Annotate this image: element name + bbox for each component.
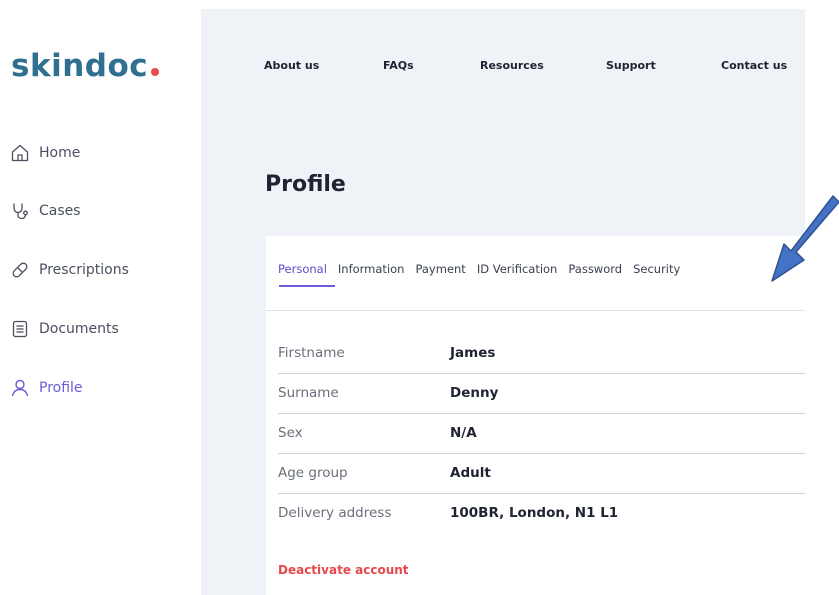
topnav-link-about[interactable]: About us	[264, 59, 319, 72]
field-value: N/A	[450, 425, 477, 441]
tab-information[interactable]: Information	[338, 262, 405, 276]
sidebar-item-label: Profile	[39, 380, 83, 396]
topnav-link-faqs[interactable]: FAQs	[383, 59, 414, 72]
field-label: Firstname	[278, 345, 345, 361]
main-panel: About us FAQs Resources Support Contact …	[201, 9, 805, 595]
field-value: Denny	[450, 385, 499, 401]
field-value: James	[450, 345, 496, 361]
tab-payment[interactable]: Payment	[415, 262, 465, 276]
field-label: Age group	[278, 465, 348, 481]
sidebar-item-label: Home	[39, 145, 81, 161]
profile-card: Personal Information Payment ID Verifica…	[266, 236, 805, 595]
sidebar-item-documents[interactable]: Documents	[10, 317, 119, 341]
sidebar-item-label: Cases	[39, 203, 81, 219]
home-icon	[11, 144, 29, 162]
field-value: Adult	[450, 465, 491, 481]
tab-security[interactable]: Security	[633, 262, 680, 276]
page-title: Profile	[265, 172, 346, 197]
pill-icon	[12, 262, 28, 278]
annotation-arrow-icon	[771, 195, 839, 282]
topnav-link-contact[interactable]: Contact us	[721, 59, 787, 72]
tab-id-verification[interactable]: ID Verification	[477, 262, 558, 276]
topnav-link-resources[interactable]: Resources	[480, 59, 544, 72]
field-label: Delivery address	[278, 505, 392, 521]
stethoscope-icon	[13, 203, 28, 220]
brand-dot	[151, 68, 160, 76]
profile-row-age-group: Age group Adult	[278, 454, 805, 494]
sidebar-item-home[interactable]: Home	[10, 141, 80, 165]
sidebar-item-cases[interactable]: Cases	[10, 199, 81, 223]
deactivate-account-link[interactable]: Deactivate account	[278, 563, 409, 577]
profile-row-firstname: Firstname James	[278, 334, 805, 374]
profile-row-surname: Surname Denny	[278, 374, 805, 414]
sidebar-item-label: Documents	[39, 321, 119, 337]
active-tab-indicator	[279, 285, 335, 287]
tab-personal[interactable]: Personal	[278, 262, 327, 276]
sidebar-item-prescriptions[interactable]: Prescriptions	[10, 258, 129, 282]
sidebar-item-label: Prescriptions	[39, 262, 129, 278]
tab-password[interactable]: Password	[568, 262, 622, 276]
brand-name: skindoc	[11, 48, 149, 84]
sidebar-item-profile[interactable]: Profile	[10, 376, 83, 400]
profile-row-delivery-address: Delivery address 100BR, London, N1 L1	[278, 494, 805, 534]
user-icon	[11, 379, 29, 397]
topnav-link-support[interactable]: Support	[606, 59, 656, 72]
field-label: Surname	[278, 385, 339, 401]
divider	[266, 310, 805, 311]
profile-tabs: Personal Information Payment ID Verifica…	[278, 262, 691, 276]
field-value: 100BR, London, N1 L1	[450, 505, 619, 521]
brand-logo[interactable]: skindoc	[11, 48, 160, 88]
field-label: Sex	[278, 425, 303, 441]
document-icon	[12, 320, 28, 338]
profile-row-sex: Sex N/A	[278, 414, 805, 454]
